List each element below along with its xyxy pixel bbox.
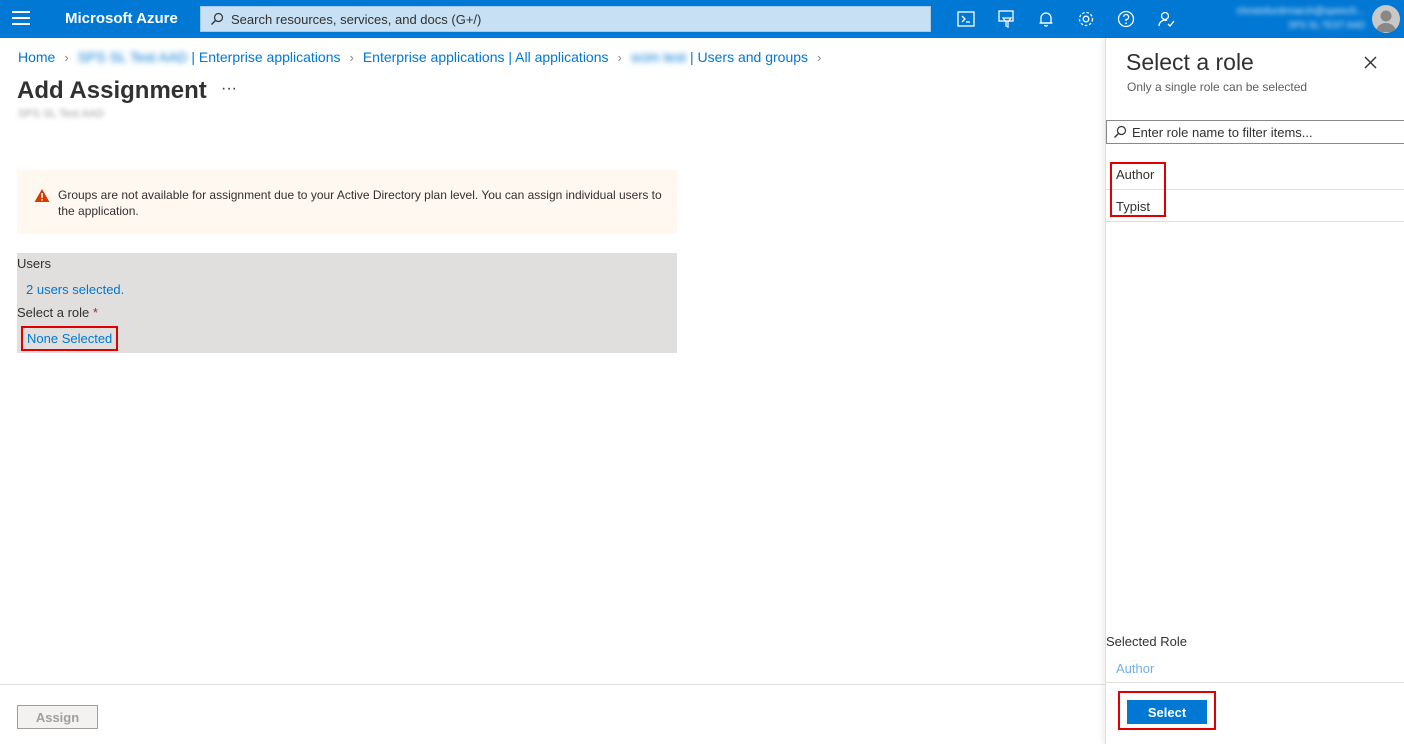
- plan-level-warning: Groups are not available for assignment …: [17, 170, 677, 234]
- chevron-right-icon: ›: [349, 50, 354, 65]
- breadcrumb-users-and-groups[interactable]: scim test | Users and groups: [631, 49, 808, 65]
- footer-divider: [0, 684, 1105, 685]
- account-info[interactable]: christofurdrmarch@speech... SPS SL TEST …: [1205, 6, 1365, 34]
- select-role-label-text: Select a role: [17, 305, 90, 320]
- breadcrumb: Home › SPS SL Test AAD | Enterprise applic…: [18, 49, 830, 65]
- chevron-right-icon: ›: [617, 50, 622, 65]
- none-selected-role-link[interactable]: None Selected: [21, 326, 119, 351]
- account-directory: SPS SL TEST AAD: [1288, 20, 1365, 30]
- panel-subtitle: Only a single role can be selected: [1127, 80, 1308, 94]
- role-item-label: Author: [1116, 167, 1155, 182]
- assign-button[interactable]: Assign: [17, 705, 98, 729]
- breadcrumb-app-name: scim test: [630, 49, 687, 65]
- users-selected-link[interactable]: 2 users selected.: [26, 282, 124, 297]
- selected-role-label: Selected Role: [1106, 634, 1187, 649]
- feedback-icon[interactable]: [1156, 9, 1176, 29]
- help-icon[interactable]: [1116, 9, 1136, 29]
- select-role-label: Select a role *: [17, 305, 98, 320]
- close-icon[interactable]: [1364, 56, 1377, 69]
- more-options-button[interactable]: ···: [221, 80, 237, 98]
- selected-role-value: Author: [1116, 661, 1155, 676]
- user-avatar-icon: [1376, 10, 1396, 32]
- users-label: Users: [17, 256, 51, 271]
- directory-filter-icon[interactable]: [996, 9, 1016, 29]
- top-bar: Microsoft Azure Search resources, servic…: [0, 0, 1404, 38]
- brand-title[interactable]: Microsoft Azure: [65, 10, 178, 27]
- role-item-author[interactable]: Author: [1106, 158, 1404, 190]
- search-placeholder: Search resources, services, and docs (G+…: [231, 12, 482, 27]
- global-search-input[interactable]: Search resources, services, and docs (G+…: [200, 6, 931, 32]
- warning-text: Groups are not available for assignment …: [58, 188, 662, 218]
- role-filter-field[interactable]: [1132, 123, 1397, 141]
- warning-icon: [34, 189, 50, 202]
- cloud-shell-icon[interactable]: [956, 9, 976, 29]
- role-item-label: Typist: [1116, 199, 1150, 214]
- panel-title: Select a role: [1126, 49, 1254, 75]
- chevron-right-icon: ›: [64, 50, 69, 65]
- page-subtitle: SPS SL Test AAD: [18, 108, 105, 120]
- role-filter-input[interactable]: [1106, 120, 1404, 144]
- chevron-right-icon: ›: [817, 50, 822, 65]
- search-icon: [211, 12, 224, 25]
- breadcrumb-tenant-name: SPS SL Test AAD: [77, 49, 188, 65]
- account-email: christofurdrmarch@speech...: [1236, 6, 1365, 17]
- breadcrumb-enterprise-applications[interactable]: SPS SL Test AAD | Enterprise application…: [78, 49, 341, 65]
- menu-icon[interactable]: [12, 11, 30, 27]
- assignment-form: Users 2 users selected. Select a role * …: [17, 253, 677, 353]
- select-button[interactable]: Select: [1127, 700, 1207, 724]
- required-mark: *: [92, 305, 98, 320]
- role-item-typist[interactable]: Typist: [1106, 190, 1404, 222]
- select-button-highlight: Select: [1118, 691, 1216, 730]
- search-icon: [1114, 125, 1127, 138]
- select-role-panel: Select a role Only a single role can be …: [1105, 38, 1404, 744]
- breadcrumb-all-applications[interactable]: Enterprise applications | All applicatio…: [363, 49, 609, 65]
- settings-icon[interactable]: [1076, 9, 1096, 29]
- page-title: Add Assignment: [17, 77, 207, 104]
- avatar[interactable]: [1372, 5, 1400, 33]
- notifications-icon[interactable]: [1036, 9, 1056, 29]
- breadcrumb-home[interactable]: Home: [18, 49, 55, 65]
- panel-footer-divider: [1106, 682, 1404, 683]
